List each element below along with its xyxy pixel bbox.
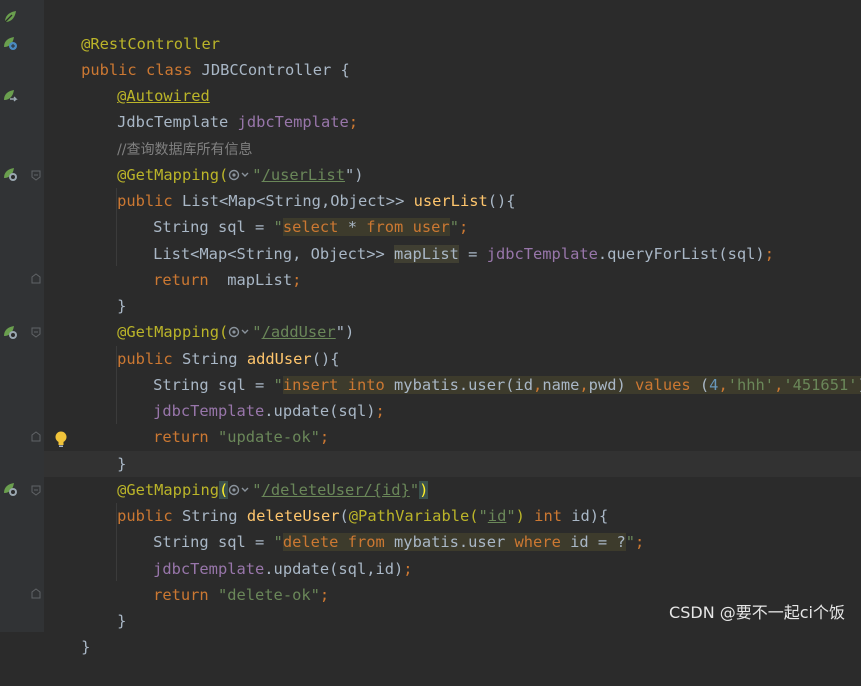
autowired-bean-icon[interactable] [2,88,18,104]
keyword: return [153,428,218,446]
code-line: @RestController [44,5,220,31]
code-line: return "delete-ok"; [116,556,329,582]
method-call: .queryForList(sql) [598,245,765,263]
code-line: } [80,582,126,608]
sql-string: 'hhh' [728,376,774,394]
web-endpoint-icon[interactable] [2,481,18,497]
code-line: JdbcTemplate jdbcTemplate; [80,83,358,109]
code-line: @GetMapping("/addUser") [80,293,354,319]
code-line: String sql = "delete from mybatis.user w… [116,503,644,529]
sql-string: '451651' [783,376,857,394]
brace: } [81,638,90,656]
code-line: } [44,608,90,634]
sql-comma: , [579,376,588,394]
variable: mapList [209,271,292,289]
code-line: //查询数据库所有信息 [80,110,253,136]
code-line: String sql = "select * from user"; [116,188,468,214]
code-line: public String addUser(){ [80,320,340,346]
watermark: CSDN @要不一起ci个饭 [669,599,845,623]
sql-keyword: where [515,533,561,551]
string-literal: "delete-ok" [218,586,320,604]
fold-end-marker-icon[interactable] [31,273,41,284]
code-line: @Autowired [80,57,210,83]
web-endpoint-icon[interactable] [2,166,18,182]
code-line: public List<Map<String,Object>> userList… [80,162,516,188]
code-line: return "update-ok"; [116,398,329,424]
code-line: @GetMapping("/deleteUser/{id}") [80,451,428,477]
sql-text: id = ? [561,533,626,551]
string-quote: " [626,533,635,551]
sql-column: pwd) [589,376,626,394]
field: jdbcTemplate [238,113,349,131]
field: jdbcTemplate [487,245,598,263]
code-line: jdbcTemplate.update(sql,id); [116,530,413,556]
brace: } [117,612,126,630]
code-editor[interactable]: @RestController public class JDBCControl… [44,0,861,632]
sql-paren: ) [858,376,861,394]
variable: mapList [394,245,459,263]
web-endpoint-icon[interactable] [2,324,18,340]
sql-comma: , [774,376,783,394]
fold-end-marker-icon[interactable] [31,588,41,599]
code-line: jdbcTemplate.update(sql); [116,372,385,398]
code-line: } [80,425,126,451]
code-line: } [80,267,126,293]
code-line: public String deleteUser(@PathVariable("… [80,477,608,503]
semicolon: ; [403,560,412,578]
params: (){ [488,192,516,210]
sql-comma: , [533,376,542,394]
sql-comma: , [718,376,727,394]
code-line: @GetMapping("/userList") [80,136,364,162]
code-line: String sql = "insert into mybatis.user(i… [116,346,861,372]
sql-keyword: values [626,376,700,394]
code-line: List<Map<String, Object>> mapList = jdbc… [116,215,774,241]
operator: = [459,245,487,263]
fold-marker-icon[interactable] [31,327,41,338]
semicolon: ; [349,113,358,131]
sql-paren: ( [700,376,709,394]
string-literal: "update-ok" [218,428,320,446]
semicolon: ; [292,271,301,289]
semicolon: ; [635,533,644,551]
keyword: return [153,271,209,289]
code-line: return mapList; [116,241,301,267]
semicolon: ; [375,402,384,420]
spring-bean-icon[interactable] [2,9,18,25]
semicolon: ; [320,586,329,604]
code-line: public class JDBCController { [44,31,350,57]
sql-column: name [542,376,579,394]
keyword: return [153,586,218,604]
semicolon: ; [765,245,774,263]
fold-marker-icon[interactable] [31,485,41,496]
fold-marker-icon[interactable] [31,170,41,181]
sql-table: mybatis.user(id [385,376,533,394]
fold-end-marker-icon[interactable] [31,431,41,442]
spring-bean-icon[interactable] [2,35,18,51]
semicolon: ; [320,428,329,446]
class-name: JDBCController { [202,61,350,79]
